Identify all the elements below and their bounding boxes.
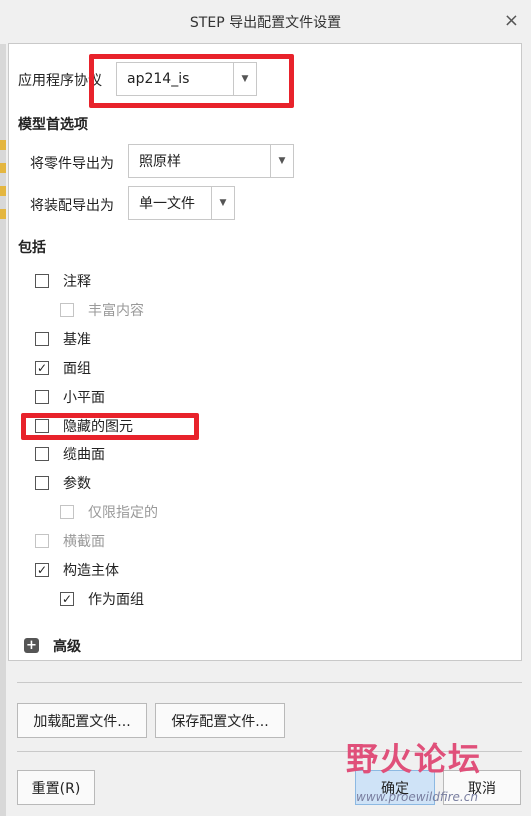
checkbox[interactable]: ✓ xyxy=(60,592,74,606)
window-title: STEP 导出配置文件设置 xyxy=(189,15,342,31)
checkmark-icon: ✓ xyxy=(61,592,73,606)
checkbox[interactable] xyxy=(35,419,49,433)
chevron-down-icon: ▼ xyxy=(211,187,234,219)
checkbox xyxy=(35,534,49,548)
checkbox-row[interactable]: ✓ 面组 xyxy=(35,357,91,379)
part-export-select[interactable]: 照原样 ▼ xyxy=(128,144,294,178)
checkbox-row[interactable]: ✓ 作为面组 xyxy=(60,588,144,610)
checkbox-label: 构造主体 xyxy=(63,563,119,579)
checkbox[interactable] xyxy=(35,332,49,346)
folder-icon xyxy=(0,163,6,173)
divider xyxy=(17,751,522,752)
checkbox-label: 参数 xyxy=(63,476,91,492)
checkbox-row[interactable]: 隐藏的图元 xyxy=(35,415,133,437)
part-export-value: 照原样 xyxy=(139,154,181,170)
assembly-export-select[interactable]: 单一文件 ▼ xyxy=(128,186,235,220)
checkbox-label: 面组 xyxy=(63,361,91,377)
checkbox[interactable]: ✓ xyxy=(35,563,49,577)
checkmark-icon: ✓ xyxy=(36,361,48,375)
checkbox-label: 小平面 xyxy=(63,390,105,406)
plus-icon[interactable]: + xyxy=(24,638,39,653)
checkbox[interactable] xyxy=(35,274,49,288)
assembly-export-label: 将装配导出为 xyxy=(30,198,114,214)
folder-icon xyxy=(0,186,6,196)
checkbox-row: 丰富内容 xyxy=(60,299,144,321)
checkbox-label: 作为面组 xyxy=(88,592,144,608)
checkbox xyxy=(60,505,74,519)
settings-panel: 应用程序协议 ap214_is ▼ 模型首选项 将零件导出为 照原样 ▼ 将装配… xyxy=(8,43,522,661)
checkbox-row: 横截面 xyxy=(35,530,105,552)
close-icon[interactable]: × xyxy=(504,10,519,31)
chevron-down-icon: ▼ xyxy=(233,63,256,95)
cancel-button[interactable]: 取消 xyxy=(443,770,521,805)
checkbox-label: 注释 xyxy=(63,274,91,290)
background-window-strip xyxy=(0,0,6,816)
reset-button[interactable]: 重置(R) xyxy=(17,770,95,805)
checkbox-row[interactable]: 注释 xyxy=(35,270,91,292)
checkbox-row[interactable]: 参数 xyxy=(35,472,91,494)
checkbox[interactable]: ✓ xyxy=(35,361,49,375)
checkbox-row[interactable]: 基准 xyxy=(35,328,91,350)
save-config-button[interactable]: 保存配置文件... xyxy=(155,703,285,738)
checkbox-row[interactable]: ✓ 构造主体 xyxy=(35,559,119,581)
ok-button[interactable]: 确定 xyxy=(355,770,435,805)
checkbox-label: 仅限指定的 xyxy=(88,505,158,521)
divider xyxy=(17,682,522,683)
part-export-label: 将零件导出为 xyxy=(30,156,114,172)
checkbox[interactable] xyxy=(35,447,49,461)
checkbox xyxy=(60,303,74,317)
protocol-value: ap214_is xyxy=(127,71,190,87)
checkbox-label: 缆曲面 xyxy=(63,447,105,463)
advanced-toggle[interactable]: 高级 xyxy=(53,636,81,656)
checkbox-row[interactable]: 缆曲面 xyxy=(35,443,105,465)
assembly-export-value: 单一文件 xyxy=(139,196,195,212)
protocol-label: 应用程序协议 xyxy=(18,73,102,89)
include-heading: 包括 xyxy=(18,240,46,256)
checkbox-label: 丰富内容 xyxy=(88,303,144,319)
checkbox[interactable] xyxy=(35,476,49,490)
chevron-down-icon: ▼ xyxy=(270,145,293,177)
folder-icon xyxy=(0,140,6,150)
checkbox-label: 隐藏的图元 xyxy=(63,419,133,435)
checkbox-row: 仅限指定的 xyxy=(60,501,158,523)
title-bar: STEP 导出配置文件设置 × xyxy=(0,0,531,44)
checkmark-icon: ✓ xyxy=(36,563,48,577)
load-config-button[interactable]: 加载配置文件... xyxy=(17,703,147,738)
checkbox-label: 基准 xyxy=(63,332,91,348)
model-options-heading: 模型首选项 xyxy=(18,117,88,133)
folder-icon xyxy=(0,209,6,219)
checkbox-label: 横截面 xyxy=(63,534,105,550)
checkbox[interactable] xyxy=(35,390,49,404)
protocol-select[interactable]: ap214_is ▼ xyxy=(116,62,257,96)
checkbox-row[interactable]: 小平面 xyxy=(35,386,105,408)
